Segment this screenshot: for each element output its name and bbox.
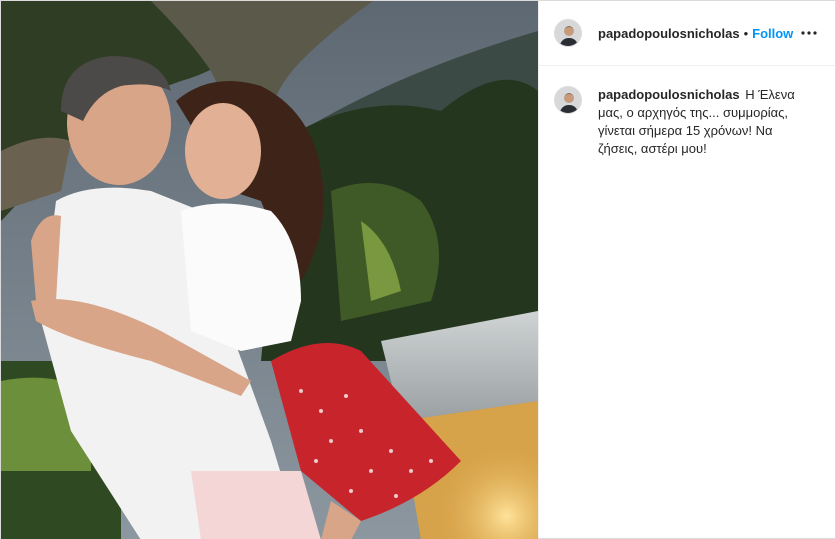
- follow-button[interactable]: Follow: [752, 26, 793, 41]
- header-username[interactable]: papadopoulosnicholas: [598, 26, 740, 41]
- avatar-image: [555, 87, 581, 113]
- more-options-icon[interactable]: [797, 21, 821, 45]
- post-header: papadopoulosnicholas • Follow: [539, 1, 835, 66]
- avatar-image: [555, 20, 581, 46]
- post-photo[interactable]: [1, 1, 538, 539]
- caption-avatar[interactable]: [554, 86, 582, 114]
- post-sidebar: papadopoulosnicholas • Follow papadopoul…: [538, 1, 835, 538]
- caption: papadopoulosnicholas Η Έλενα μας, ο αρχη…: [598, 86, 806, 158]
- instagram-post: papadopoulosnicholas • Follow papadopoul…: [0, 0, 836, 539]
- caption-row: papadopoulosnicholas Η Έλενα μας, ο αρχη…: [539, 66, 835, 158]
- avatar[interactable]: [554, 19, 582, 47]
- separator-dot: •: [743, 25, 749, 41]
- photo-image: [1, 1, 538, 539]
- header-text: papadopoulosnicholas • Follow: [598, 26, 797, 41]
- caption-username[interactable]: papadopoulosnicholas: [598, 87, 740, 102]
